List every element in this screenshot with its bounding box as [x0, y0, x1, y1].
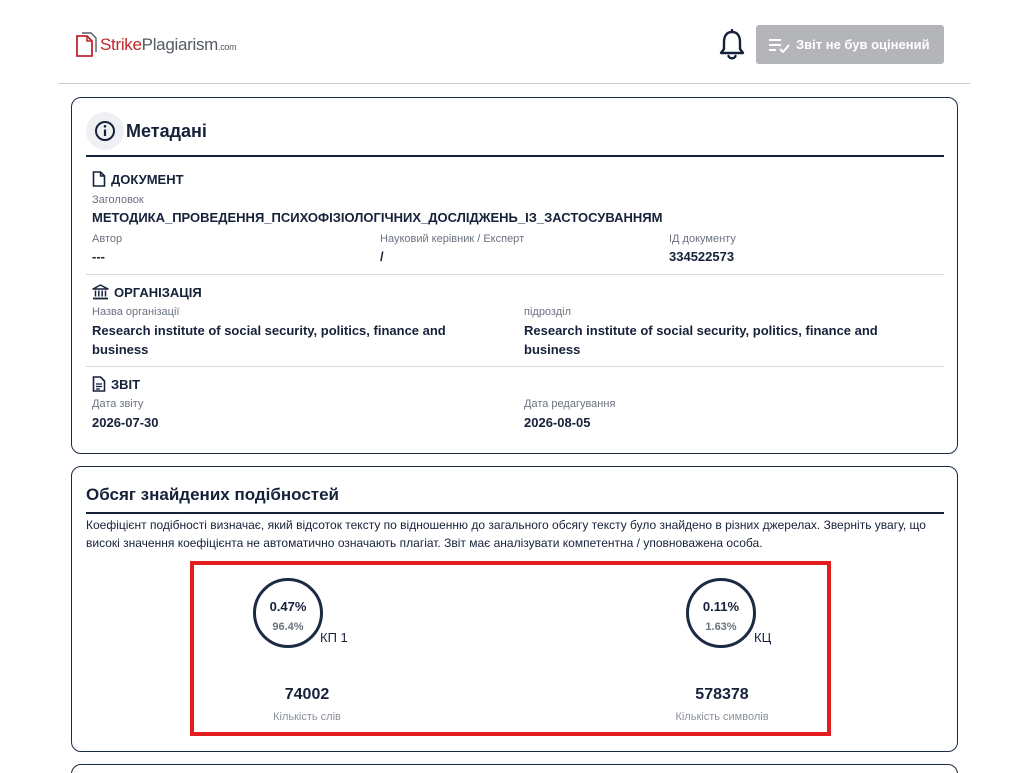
title-label: Заголовок: [92, 194, 144, 206]
logo-plagiarism: Plagiarism: [141, 35, 219, 54]
document-logo-icon: [76, 32, 97, 57]
document-id-label: ІД документу: [669, 233, 736, 245]
checklist-icon: [769, 38, 790, 53]
character-count-label: Кількість символів: [675, 711, 769, 723]
edit-date-value: 2026-08-05: [524, 415, 591, 430]
similarity-gauge-kc: 0.11% 1.63%: [686, 578, 756, 648]
top-header: StrikePlagiarism.com Звіт не був оцінени…: [58, 0, 970, 84]
edit-date-label: Дата редагування: [524, 398, 616, 410]
organization-heading-text: ОРГАНІЗАЦІЯ: [114, 284, 202, 300]
gauge-kc-percent: 0.11%: [702, 599, 740, 614]
gauge-kp1-secondary: 96.4%: [272, 621, 304, 633]
similarity-card: Обсяг знайдених подібностей Коефіцієнт п…: [71, 466, 958, 752]
unit-label: підрозділ: [524, 306, 572, 318]
logo-strike: Strike: [100, 35, 142, 54]
report-heading-text: ЗВІТ: [111, 376, 141, 392]
institution-icon: [92, 284, 109, 300]
similarity-title: Обсяг знайдених подібностей: [86, 485, 339, 504]
report-icon: [92, 376, 106, 392]
strikeplagiarism-logo[interactable]: StrikePlagiarism.com: [74, 32, 237, 58]
metadata-title: Метадані: [126, 120, 207, 141]
report-status-label: Звіт не був оцінений: [796, 37, 930, 52]
document-divider: [86, 274, 944, 275]
organization-section-heading: ОРГАНІЗАЦІЯ: [92, 284, 202, 300]
supervisor-label: Науковий керівник / Експерт: [380, 233, 525, 245]
document-icon: [92, 171, 106, 187]
metadata-card: Метадані ДОКУМЕНТ Заголовок МЕТОДИКА_ПРО…: [71, 97, 958, 454]
gauge-kc-secondary: 1.63%: [705, 621, 737, 633]
metadata-divider: [86, 155, 944, 157]
next-section-card: [71, 764, 958, 773]
author-value: ---: [92, 249, 105, 264]
similarity-divider: [86, 512, 944, 514]
similarity-gauge-kp1: 0.47% 96.4%: [253, 578, 323, 648]
report-section-heading: ЗВІТ: [92, 376, 140, 392]
logo-com: .com: [218, 42, 237, 52]
character-count-value: 578378: [695, 686, 749, 703]
supervisor-value: /: [380, 249, 384, 264]
report-date-label: Дата звіту: [92, 398, 144, 410]
unit-value: Research institute of social security, p…: [524, 323, 878, 357]
report-date-value: 2026-07-30: [92, 415, 159, 430]
document-section-heading: ДОКУМЕНТ: [92, 171, 184, 187]
gauge-kp1-label: КП 1: [320, 630, 348, 645]
report-status-button[interactable]: Звіт не був оцінений: [756, 25, 944, 64]
title-value: МЕТОДИКА_ПРОВЕДЕННЯ_ПСИХОФІЗІОЛОГІЧНИХ_Д…: [92, 210, 663, 225]
info-icon: [86, 112, 124, 150]
organization-name-label: Назва організації: [92, 306, 180, 318]
document-heading-text: ДОКУМЕНТ: [111, 171, 184, 187]
word-count-value: 74002: [284, 686, 330, 703]
word-count-label: Кількість слів: [273, 711, 341, 723]
organization-divider: [86, 366, 944, 367]
bell-icon[interactable]: [718, 29, 746, 61]
gauge-kc-label: КЦ: [754, 630, 772, 645]
logo-text: StrikePlagiarism.com: [100, 35, 237, 55]
metadata-header: Метадані: [86, 112, 207, 150]
gauge-kp1-percent: 0.47%: [269, 599, 307, 614]
similarity-description: Коефіцієнт подібності визначає, який від…: [86, 518, 926, 550]
organization-name-value: Research institute of social security, p…: [92, 323, 446, 357]
author-label: Автор: [92, 233, 123, 245]
document-id-value: 334522573: [669, 249, 735, 264]
